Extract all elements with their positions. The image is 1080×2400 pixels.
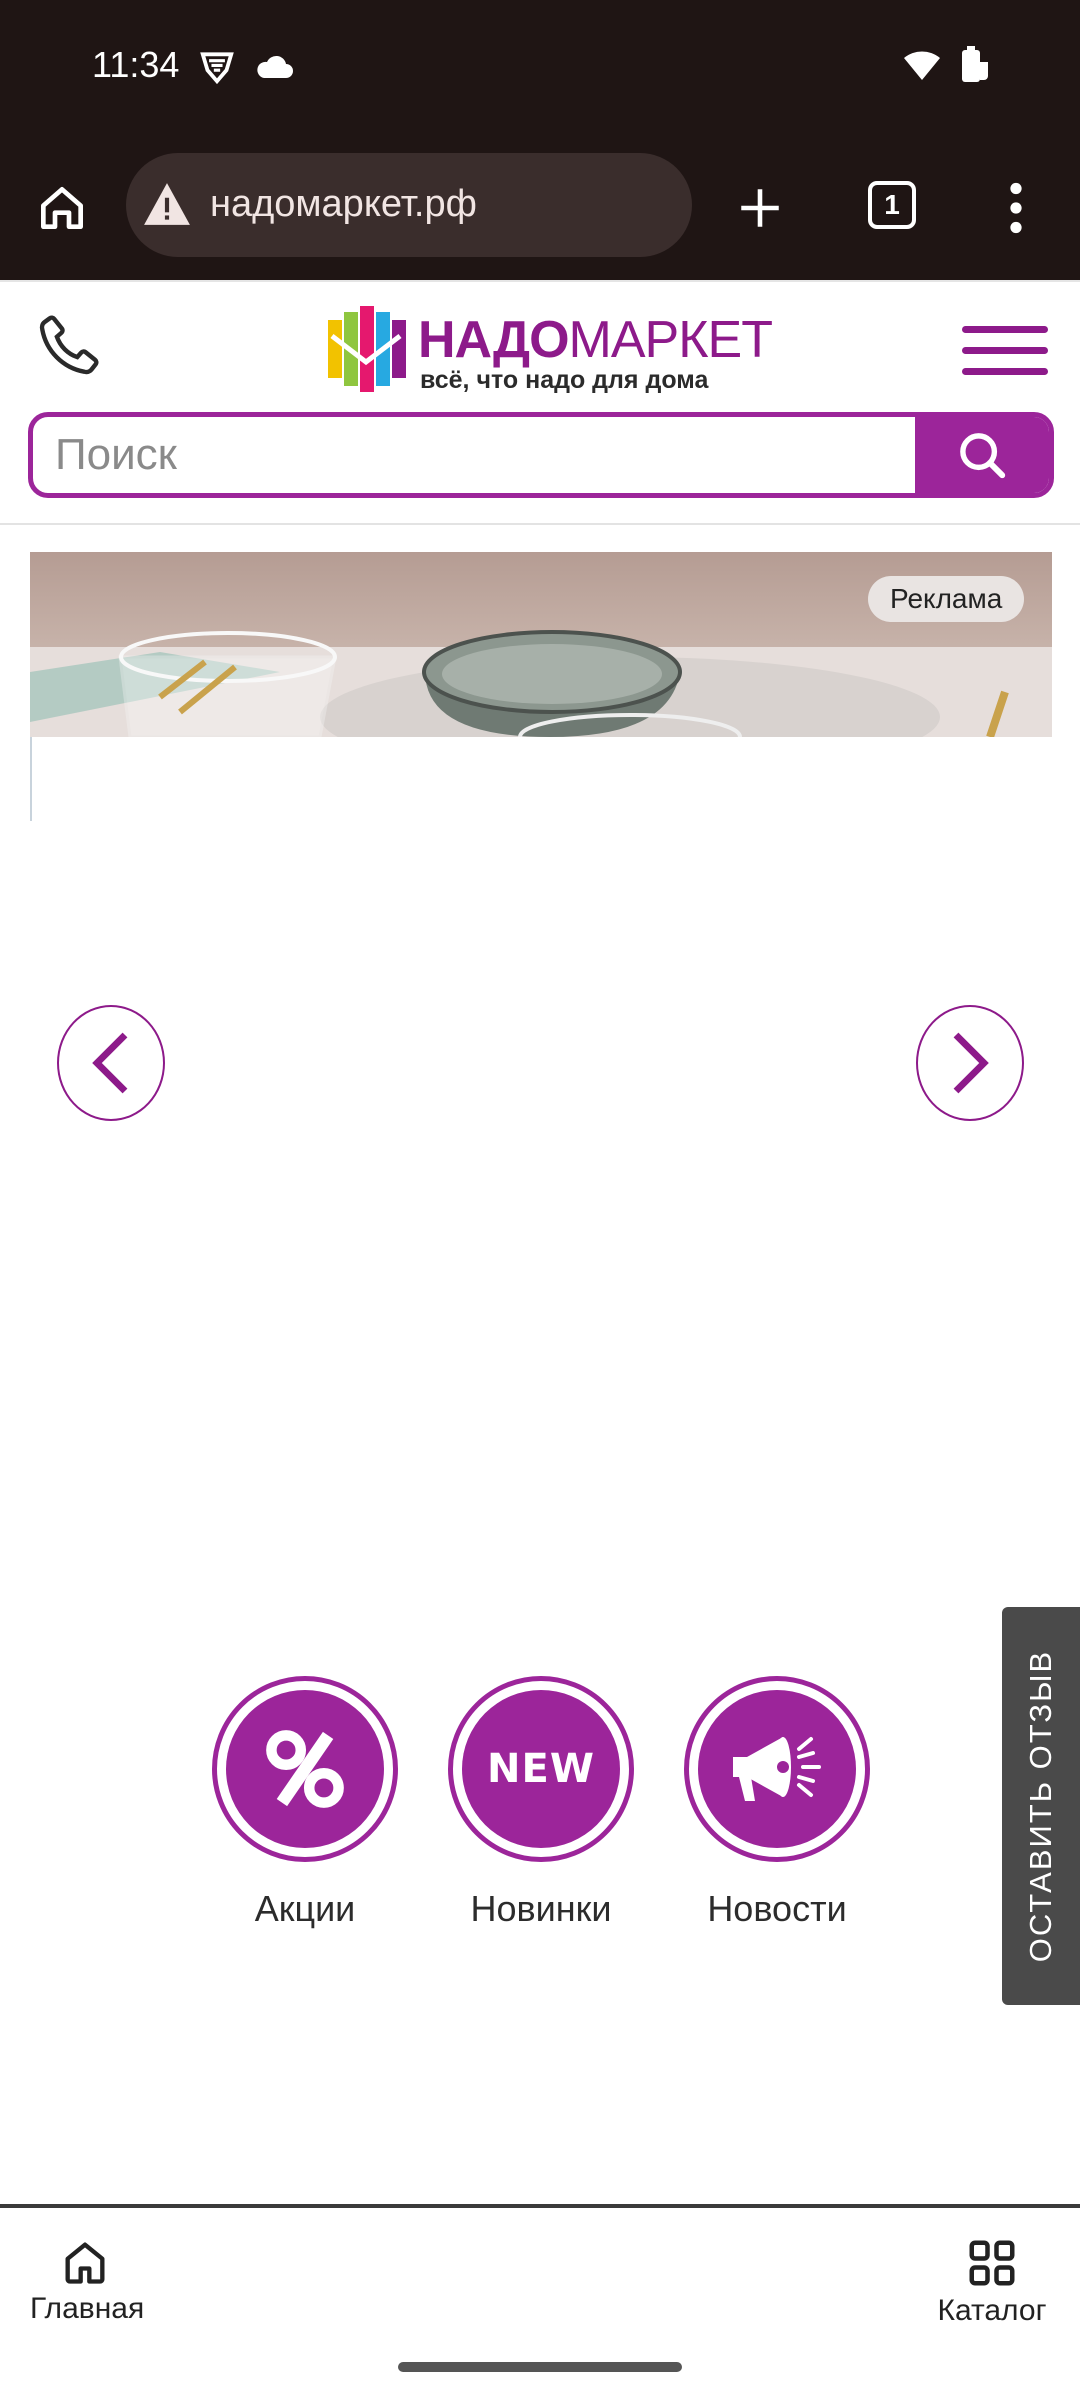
home-button[interactable] — [26, 172, 98, 244]
wifi-icon — [902, 48, 942, 87]
megaphone-icon — [733, 1737, 821, 1801]
phone-button[interactable] — [36, 312, 106, 382]
tab-switcher-button[interactable]: 1 — [868, 181, 916, 229]
chevron-left-icon — [92, 1032, 128, 1094]
warning-icon — [142, 181, 192, 232]
quick-link-news[interactable]: Новости — [684, 1676, 870, 1930]
menu-line — [962, 326, 1048, 333]
quick-link-sales[interactable]: Акции — [212, 1676, 398, 1930]
vpn-shield-icon — [198, 48, 236, 91]
carousel-prev-button[interactable] — [57, 1005, 165, 1121]
site-header: НАДОМАРКЕТ всё, что надо для дома — [0, 280, 1080, 525]
phone-icon — [39, 315, 99, 375]
home-icon — [41, 187, 83, 230]
menu-line — [962, 368, 1048, 375]
bottom-nav-catalog[interactable]: Каталог — [930, 2236, 1054, 2328]
ad-label-badge[interactable]: Реклама — [868, 576, 1025, 622]
quick-link-label: Акции — [254, 1888, 356, 1929]
grid-icon — [969, 2240, 1015, 2286]
browser-toolbar: надомаркет.рф 1 — [0, 138, 1080, 280]
search-input[interactable] — [33, 417, 921, 493]
new-tab-button[interactable] — [724, 172, 796, 244]
banner-edge — [30, 737, 32, 821]
status-bar: 11:34 — [0, 0, 1080, 138]
chevron-right-icon — [953, 1032, 989, 1094]
quick-link-label: Новинки — [470, 1888, 612, 1929]
header-divider — [0, 523, 1080, 525]
cloud-icon — [254, 52, 294, 85]
leave-feedback-tab[interactable]: ОСТАВИТЬ ОТЗЫВ — [1002, 1607, 1080, 2005]
search-icon — [960, 433, 1006, 479]
hamburger-menu-button[interactable] — [962, 326, 1048, 382]
search-button[interactable] — [915, 417, 1049, 493]
url-text: надомаркет.рф — [210, 183, 477, 225]
logo-tagline: всё, что надо для дома — [420, 366, 709, 394]
quick-link-label: Новости — [707, 1888, 847, 1929]
quick-link-new[interactable]: NEW Новинки — [448, 1676, 634, 1930]
bottom-nav-home[interactable]: Главная — [30, 2236, 144, 2326]
new-badge-icon: NEW — [487, 1746, 595, 1792]
percent-icon — [266, 1730, 344, 1808]
search-form — [28, 412, 1054, 498]
logo-mark-icon — [328, 306, 406, 392]
address-bar[interactable]: надомаркет.рф — [126, 153, 692, 257]
menu-line — [962, 347, 1048, 354]
more-vert-icon — [1010, 182, 1022, 234]
battery-icon — [956, 44, 992, 91]
logo-title: НАДОМАРКЕТ — [418, 311, 773, 369]
bottom-nav-catalog-label: Каталог — [937, 2294, 1047, 2327]
feedback-label: ОСТАВИТЬ ОТЗЫВ — [1023, 1649, 1059, 1963]
bottom-nav-home-label: Главная — [30, 2292, 145, 2325]
browser-menu-button[interactable] — [980, 172, 1052, 244]
carousel-next-button[interactable] — [916, 1005, 1024, 1121]
home-icon — [65, 2242, 105, 2284]
site-logo[interactable]: НАДОМАРКЕТ всё, что надо для дома — [326, 306, 773, 396]
gesture-home-indicator[interactable] — [398, 2362, 682, 2372]
status-time: 11:34 — [92, 44, 180, 85]
plus-icon — [741, 189, 779, 227]
